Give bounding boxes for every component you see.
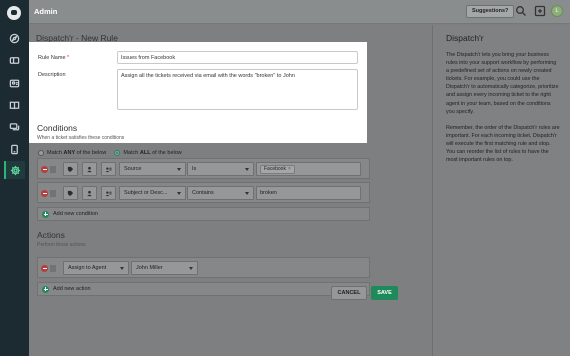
match-radio-group: Match ANY of the below Match ALL of the … [38,148,182,157]
tag-icon [67,166,74,172]
rule-name-input[interactable] [117,51,358,64]
logo-icon[interactable] [7,6,21,20]
drag-handle-icon[interactable] [50,190,56,197]
book-icon[interactable] [8,99,21,112]
action-type-select[interactable]: Assign to Agent [63,261,129,275]
conditions-subtitle: When a ticket satisfies these conditions [37,135,125,141]
action-value-select[interactable]: John Miller [131,261,198,275]
chevron-down-icon [189,267,193,270]
condition-row: Source Is Facebook × [37,158,370,179]
person-icon-button[interactable] [82,186,97,200]
drag-handle-icon[interactable] [50,166,56,173]
top-bar: Admin Suggestions? L [29,0,570,24]
conditions-title: Conditions [37,123,78,133]
chevron-down-icon [245,192,249,195]
match-all-radio[interactable] [114,149,121,156]
contact-card-icon [105,190,112,196]
required-mark: * [67,55,70,61]
compass-icon[interactable] [8,32,21,45]
chevron-down-icon [177,192,181,195]
contact-card-icon [105,166,112,172]
remove-action-button[interactable] [41,265,48,272]
contact-card-icon-button[interactable] [101,186,116,200]
page-heading: Admin [34,7,58,16]
add-action-row[interactable]: Add new action [37,282,370,296]
add-condition-row[interactable]: Add new condition [37,207,370,221]
tag-icon [67,190,74,196]
help-panel: Dispatch'r The Dispatch'r lets you bring… [433,25,570,356]
remove-condition-button[interactable] [41,166,48,173]
cancel-button[interactable]: CANCEL [331,286,367,300]
chevron-down-icon [177,168,181,171]
chevron-down-icon [120,267,124,270]
ticket-icon[interactable] [8,54,21,67]
condition-operator-select[interactable]: Contains [187,186,254,200]
tag-icon-button[interactable] [63,162,78,176]
search-icon[interactable] [515,5,527,17]
condition-operator-select[interactable]: Is [187,162,254,176]
drag-handle-icon[interactable] [50,265,56,272]
help-paragraph: Remember, the order of the Dispatch'r ru… [446,124,560,164]
condition-row: Subject or Desc... Contains broken [37,182,370,203]
chat-icon[interactable] [8,121,21,134]
plus-icon [42,210,49,218]
contacts-icon[interactable] [8,77,21,90]
action-row: Assign to Agent John Miller [37,257,370,278]
remove-condition-button[interactable] [41,190,48,197]
rule-name-label: Rule Name * [38,55,69,61]
sidebar [0,0,29,356]
add-action-label: Add new action [53,286,91,292]
help-title: Dispatch'r [446,33,484,43]
add-condition-label: Add new condition [53,211,98,217]
main-content: Dispatch'r - New Rule Rule Name * Descri… [29,25,432,356]
condition-field-select[interactable]: Source [119,162,186,176]
rule-details-panel: Rule Name * Description Assign all the t… [29,42,367,143]
person-icon [87,166,92,172]
chevron-down-icon [245,168,249,171]
contact-card-icon-button[interactable] [101,162,116,176]
rule-name-label-text: Rule Name [38,55,66,61]
new-item-icon[interactable] [534,5,546,17]
save-button[interactable]: SAVE [371,286,398,300]
description-label: Description [38,72,66,78]
plus-icon [42,285,49,293]
condition-value-field[interactable]: Facebook × [256,162,361,176]
match-all-label: Match ALL of the below [123,149,182,156]
avatar[interactable]: L [551,5,563,17]
match-any-label: Match ANY of the below [47,149,107,156]
match-any-radio[interactable] [38,149,44,156]
actions-title: Actions [37,230,65,240]
tag-icon-button[interactable] [63,186,78,200]
condition-value-input[interactable]: broken [256,186,361,200]
gear-icon[interactable] [4,161,25,179]
actions-subtitle: Perform these actions [37,242,86,248]
help-paragraph: The Dispatch'r lets you bring your busin… [446,52,559,115]
description-field[interactable]: Assign all the tickets received via emai… [117,69,358,110]
condition-field-select[interactable]: Subject or Desc... [119,186,186,200]
suggestions-button[interactable]: Suggestions? [466,5,515,18]
tag-remove-icon[interactable]: × [288,166,291,172]
person-icon-button[interactable] [82,162,97,176]
person-icon [87,190,92,196]
value-tag: Facebook × [260,164,295,174]
phone-icon[interactable] [8,143,21,156]
